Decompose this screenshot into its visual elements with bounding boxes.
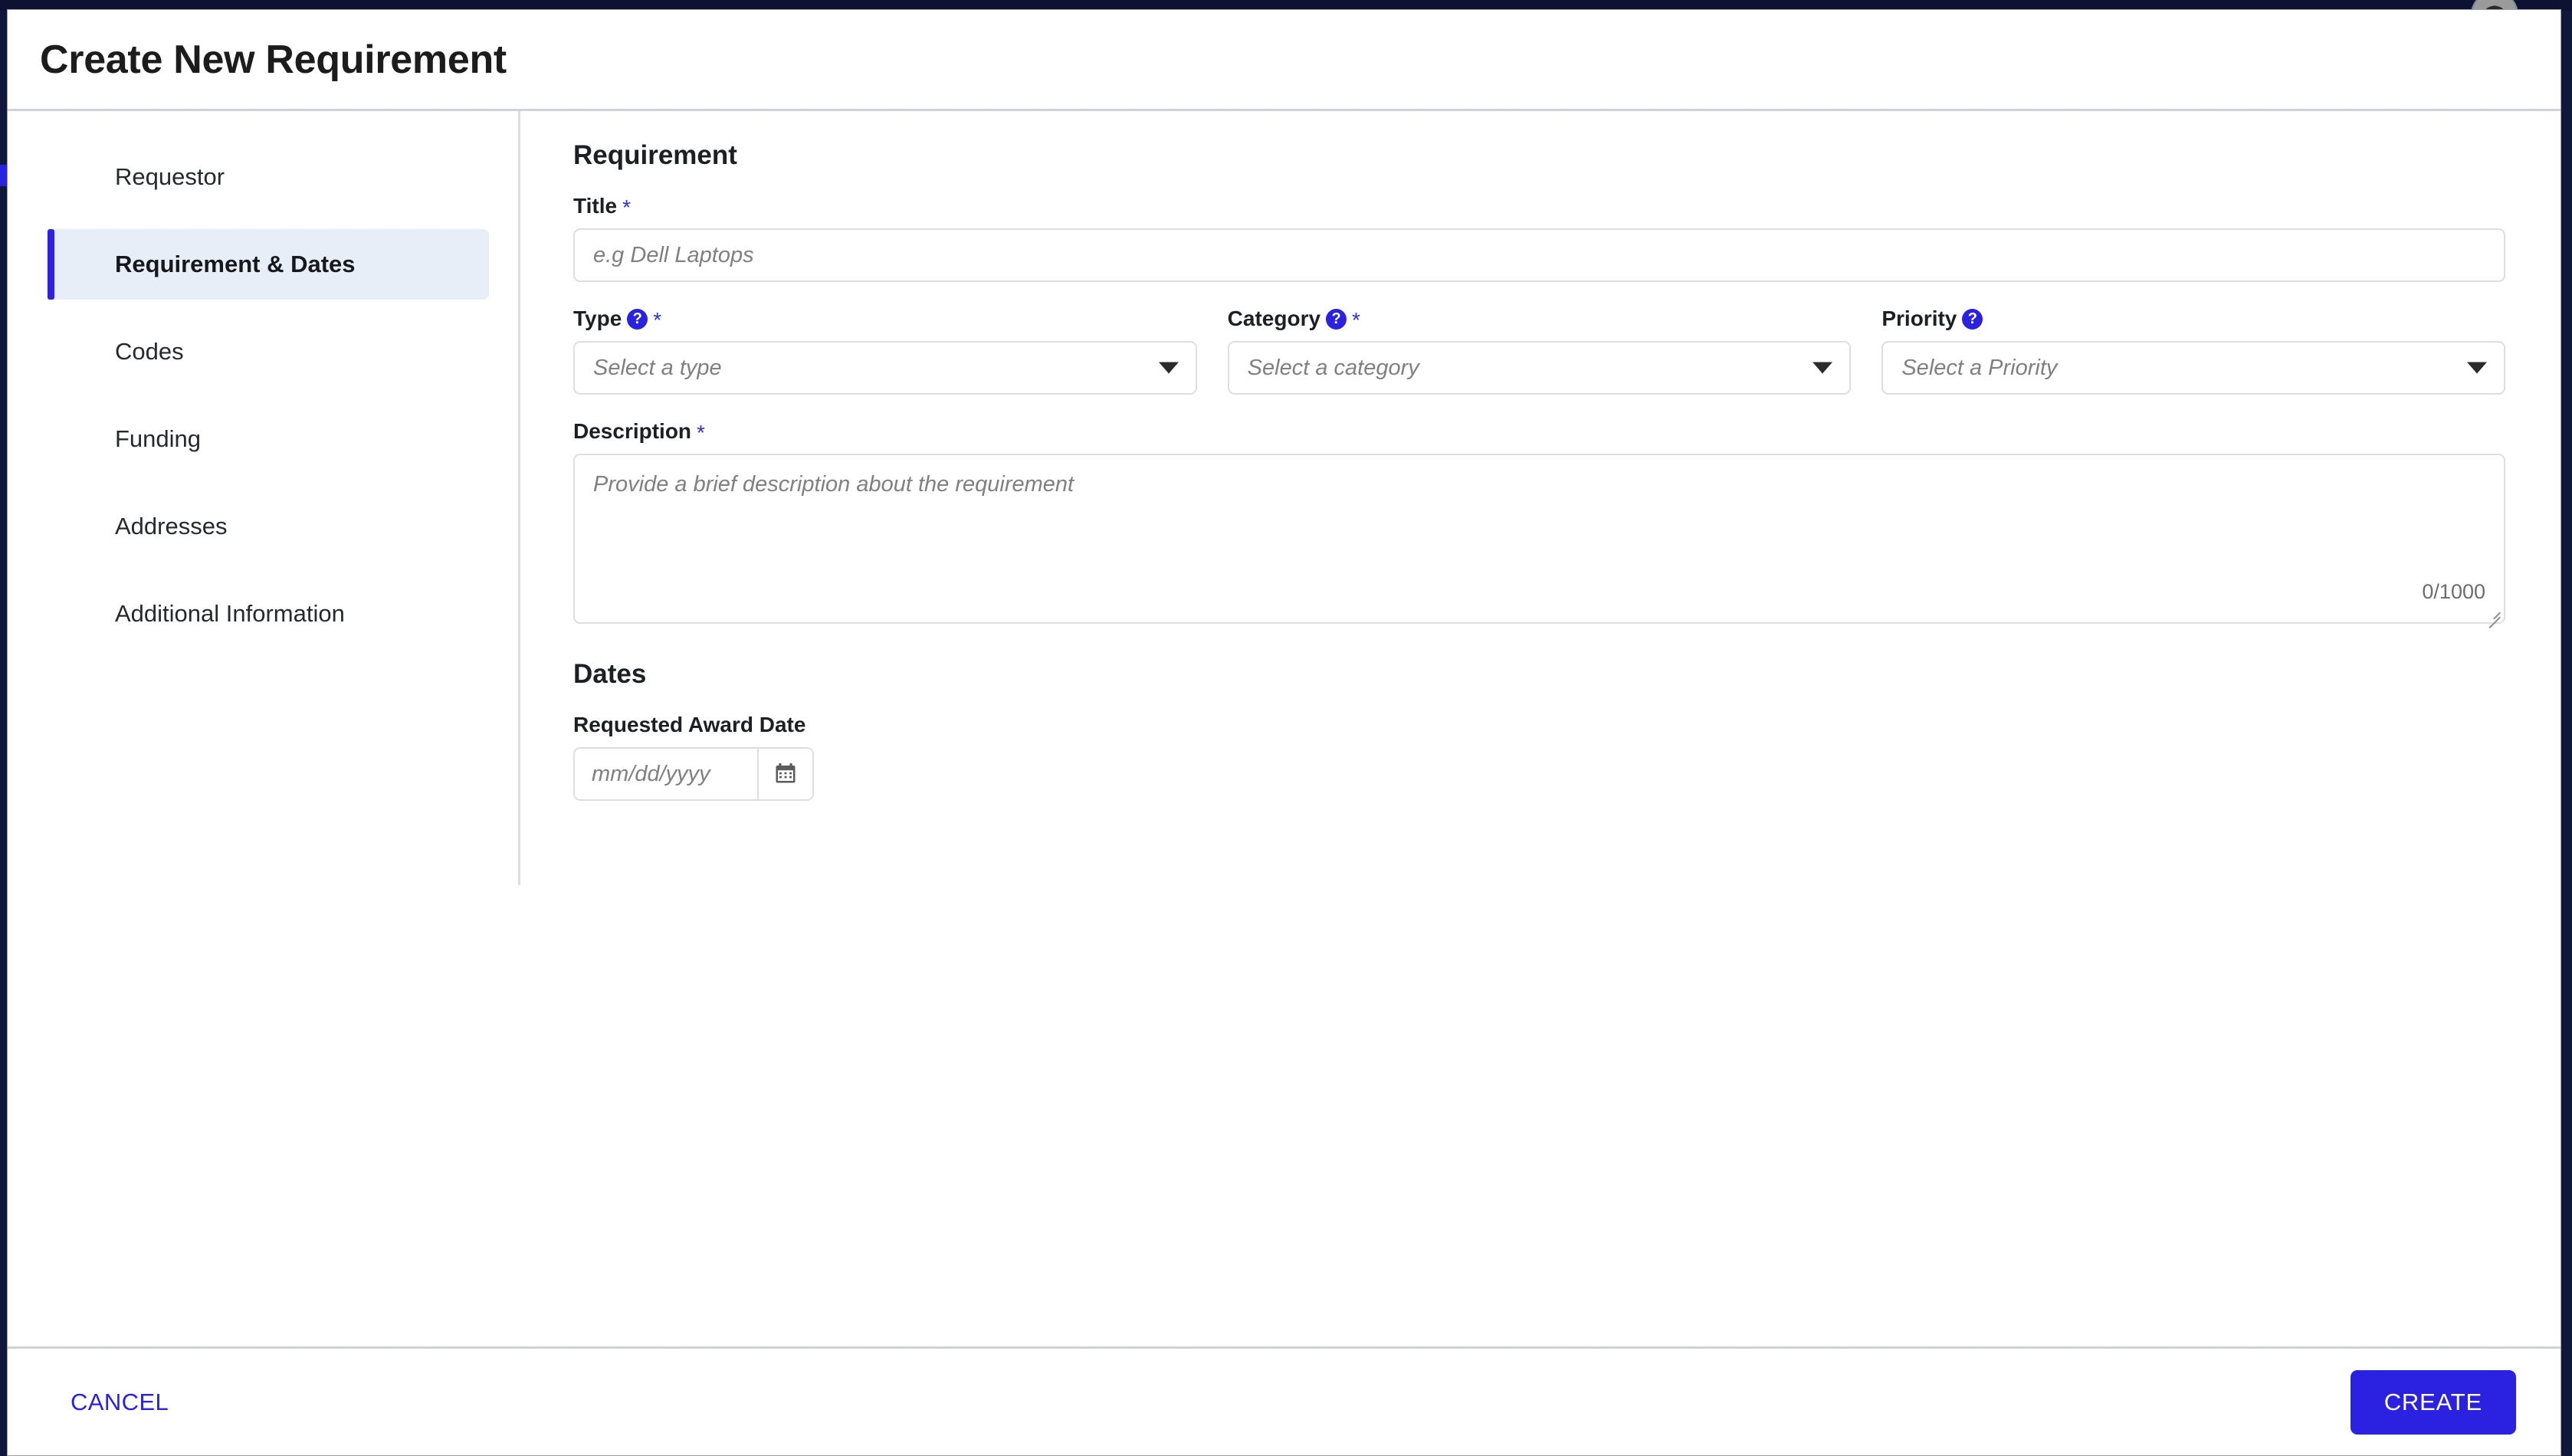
sidebar-item-codes[interactable]: Codes xyxy=(48,316,489,387)
required-asterisk: * xyxy=(653,308,662,332)
priority-label-text: Priority xyxy=(1881,307,1957,330)
type-category-priority-row: Type ? * Select a type Category ? * Sele… xyxy=(573,307,2506,395)
title-label: Title * xyxy=(573,194,2505,219)
cancel-button[interactable]: CANCEL xyxy=(61,1375,178,1430)
type-select-wrap: Select a type xyxy=(573,341,1197,395)
description-label-text: Description xyxy=(573,419,692,443)
description-textarea[interactable] xyxy=(573,454,2505,624)
award-date-field-group: Requested Award Date xyxy=(573,714,2505,801)
required-asterisk: * xyxy=(1352,308,1360,332)
dates-section-heading: Dates xyxy=(573,659,647,689)
title-field-group: Title * xyxy=(573,195,2505,282)
page-title: Create New Requirement xyxy=(40,37,507,82)
title-input[interactable] xyxy=(573,228,2505,282)
category-select[interactable]: Select a category xyxy=(1227,341,1852,395)
award-date-label-text: Requested Award Date xyxy=(573,713,806,736)
priority-select[interactable]: Select a Priority xyxy=(1881,341,2506,395)
sidebar-item-additional-information[interactable]: Additional Information xyxy=(48,579,489,649)
create-requirement-modal: Create New Requirement Requestor Require… xyxy=(7,9,2561,1456)
wizard-sidebar: Requestor Requirement & Dates Codes Fund… xyxy=(8,111,518,1346)
modal-header: Create New Requirement xyxy=(8,10,2561,111)
type-field-group: Type ? * Select a type xyxy=(573,308,1197,395)
priority-field-group: Priority ? Select a Priority xyxy=(1881,308,2506,395)
description-textarea-wrap: 0/1000 xyxy=(573,454,2505,624)
modal-body: Requestor Requirement & Dates Codes Fund… xyxy=(8,111,2561,1346)
description-label: Description * xyxy=(573,419,2505,444)
required-asterisk: * xyxy=(622,195,631,219)
type-label: Type ? * xyxy=(573,307,1197,332)
category-field-group: Category ? * Select a category xyxy=(1227,307,1852,395)
type-select[interactable]: Select a type xyxy=(573,341,1197,395)
sidebar-item-label: Requestor xyxy=(115,163,225,190)
sidebar-item-funding[interactable]: Funding xyxy=(48,404,489,474)
priority-select-wrap: Select a Priority xyxy=(1881,341,2506,395)
sidebar-divider xyxy=(518,111,520,885)
form-content: Requirement Title * Type ? * xyxy=(518,111,2561,1346)
modal-footer: CANCEL CREATE xyxy=(8,1346,2561,1455)
sidebar-accent-strip xyxy=(0,165,7,186)
sidebar-item-label: Requirement & Dates xyxy=(115,251,356,277)
category-label: Category ? * xyxy=(1227,307,1852,332)
create-button[interactable]: CREATE xyxy=(2350,1369,2516,1435)
help-icon[interactable]: ? xyxy=(1326,308,1347,330)
required-asterisk: * xyxy=(697,421,705,444)
sidebar-item-label: Funding xyxy=(115,425,202,452)
sidebar-item-requirement-and-dates[interactable]: Requirement & Dates xyxy=(48,229,489,300)
sidebar-item-addresses[interactable]: Addresses xyxy=(48,491,489,562)
help-icon[interactable]: ? xyxy=(627,308,648,330)
help-icon[interactable]: ? xyxy=(1962,308,1983,330)
award-date-input[interactable] xyxy=(575,749,757,799)
sidebar-item-label: Codes xyxy=(115,338,184,365)
category-label-text: Category xyxy=(1227,307,1321,330)
description-field-group: Description * 0/1000 xyxy=(573,421,2505,624)
requirement-section-heading: Requirement xyxy=(573,140,737,170)
calendar-picker-button[interactable] xyxy=(757,749,812,799)
calendar-icon xyxy=(774,762,797,787)
sidebar-item-label: Addresses xyxy=(115,513,228,539)
type-label-text: Type xyxy=(573,307,622,330)
title-label-text: Title xyxy=(573,194,618,218)
sidebar-item-requestor[interactable]: Requestor xyxy=(48,142,489,212)
sidebar-item-label: Additional Information xyxy=(115,600,345,627)
category-select-wrap: Select a category xyxy=(1227,341,1852,395)
award-date-label: Requested Award Date xyxy=(573,714,2505,736)
priority-label: Priority ? xyxy=(1881,308,2505,330)
award-date-input-group xyxy=(573,747,814,801)
